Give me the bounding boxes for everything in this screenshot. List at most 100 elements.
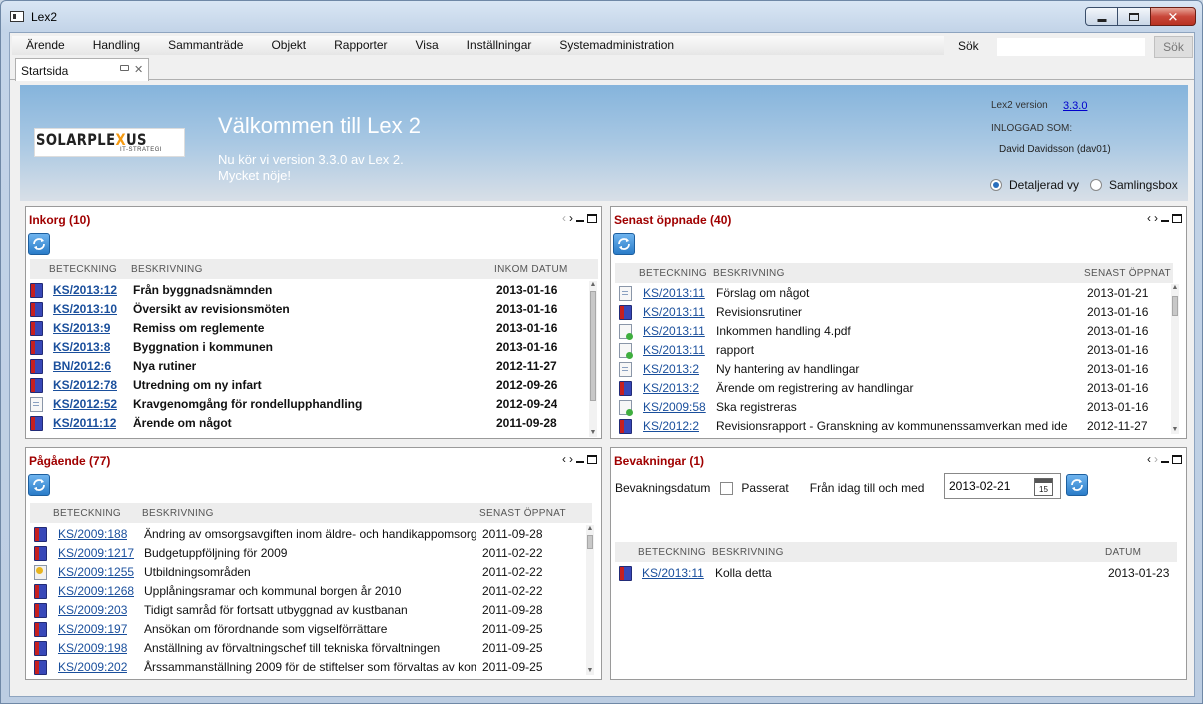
table-row[interactable]: KS/2011:12 Ärende om något 2011-09-28 — [26, 414, 601, 433]
beteckning-link[interactable]: KS/2009:1255 — [58, 565, 134, 579]
beteckning-link[interactable]: KS/2013:2 — [643, 362, 699, 376]
table-row[interactable]: KS/2012:2 Revisionsrapport - Granskning a… — [611, 417, 1186, 436]
maximize-panel-icon[interactable] — [1172, 213, 1182, 223]
table-row[interactable]: KS/2013:2 Ny hantering av handlingar 2013-… — [611, 360, 1186, 379]
beteckning-link[interactable]: KS/2013:11 — [643, 343, 705, 357]
table-row[interactable]: KS/2009:188 Ändring av omsorgsavgiften in… — [26, 525, 601, 544]
next-icon[interactable]: › — [1154, 211, 1158, 225]
beteckning-link[interactable]: KS/2013:10 — [53, 302, 117, 316]
col-beskrivning[interactable]: BESKRIVNING — [131, 264, 203, 275]
col-beskrivning[interactable]: BESKRIVNING — [142, 508, 214, 519]
menu-installningar[interactable]: Inställningar — [453, 36, 546, 55]
beteckning-link[interactable]: KS/2013:12 — [53, 283, 117, 297]
table-row[interactable]: KS/2013:11 Förslag om något 2013-01-21 — [611, 284, 1186, 303]
beteckning-link[interactable]: BN/2012:6 — [53, 359, 111, 373]
beteckning-link[interactable]: KS/2009:202 — [58, 660, 127, 674]
title-bar[interactable]: Lex2 ✕ — [1, 1, 1202, 31]
table-row[interactable]: KS/2013:10 Översikt av revisionsmöten 2013… — [26, 300, 601, 319]
table-row[interactable]: KS/2013:11 rapport 2013-01-16 — [611, 341, 1186, 360]
beteckning-link[interactable]: KS/2012:2 — [643, 419, 699, 433]
table-row[interactable]: KS/2009:58 Ska registreras 2013-01-16 — [611, 398, 1186, 417]
prev-icon[interactable]: ‹ — [562, 211, 566, 225]
table-row[interactable]: KS/2009:1255 Utbildningsområden 2011-02-22 — [26, 563, 601, 582]
col-beteckning[interactable]: BETECKNING — [638, 547, 706, 558]
table-row[interactable]: KS/2013:11 Kolla detta 2013-01-23 — [611, 564, 1186, 583]
table-row[interactable]: KS/2009:197 Ansökan om förordnande som vi… — [26, 620, 601, 639]
beteckning-link[interactable]: KS/2009:203 — [58, 603, 127, 617]
menu-handling[interactable]: Handling — [79, 36, 154, 55]
beteckning-link[interactable]: KS/2009:197 — [58, 622, 127, 636]
beteckning-link[interactable]: KS/2012:78 — [53, 378, 117, 392]
col-datum[interactable]: DATUM — [1105, 547, 1141, 558]
beteckning-link[interactable]: KS/2009:1268 — [58, 584, 134, 598]
table-row[interactable]: KS/2009:203 Tidigt samråd för fortsatt ut… — [26, 601, 601, 620]
minimize-panel-icon[interactable] — [1161, 461, 1169, 463]
table-row[interactable]: KS/2013:11 Revisionsrutiner 2013-01-16 — [611, 303, 1186, 322]
col-senast-oppnat[interactable]: SENAST ÖPPNAT — [479, 508, 566, 519]
passerat-checkbox[interactable] — [720, 481, 734, 495]
minimize-panel-icon[interactable] — [1161, 220, 1169, 222]
search-button[interactable]: Sök — [1154, 36, 1193, 58]
beteckning-link[interactable]: KS/2013:11 — [642, 566, 704, 580]
beteckning-link[interactable]: KS/2013:11 — [643, 324, 705, 338]
menu-objekt[interactable]: Objekt — [257, 36, 320, 55]
table-row[interactable]: KS/2009:1268 Upplåningsramar och kommunal… — [26, 582, 601, 601]
inkorg-scrollbar[interactable]: ▲ ▼ — [589, 281, 597, 437]
pagaende-scrollbar[interactable]: ▲ ▼ — [586, 525, 594, 675]
tab-close-icon[interactable]: ✕ — [134, 63, 143, 76]
table-row[interactable]: KS/2009:202 Årssammanställning 2009 för d… — [26, 658, 601, 677]
beteckning-link[interactable]: KS/2009:1217 — [58, 546, 134, 560]
col-senast-oppnat[interactable]: SENAST ÖPPNAT — [1084, 268, 1171, 279]
beteckning-link[interactable]: KS/2013:11 — [643, 286, 705, 300]
table-row[interactable]: KS/2012:78 Utredning om ny infart 2012-09-… — [26, 376, 601, 395]
maximize-button[interactable] — [1117, 7, 1151, 26]
col-beteckning[interactable]: BETECKNING — [639, 268, 707, 279]
col-beteckning[interactable]: BETECKNING — [53, 508, 121, 519]
beteckning-link[interactable]: KS/2011:12 — [53, 416, 116, 430]
senast-refresh-button[interactable] — [613, 233, 635, 255]
beteckning-link[interactable]: KS/2009:188 — [58, 527, 127, 541]
table-row[interactable]: KS/2009:198 Anställning av förvaltningsch… — [26, 639, 601, 658]
scroll-thumb[interactable] — [1172, 296, 1178, 316]
maximize-panel-icon[interactable] — [1172, 454, 1182, 464]
menu-systemadministration[interactable]: Systemadministration — [545, 36, 688, 55]
menu-arende[interactable]: Ärende — [12, 36, 79, 55]
prev-icon[interactable]: ‹ — [1147, 452, 1151, 466]
beteckning-link[interactable]: KS/2012:52 — [53, 397, 117, 411]
pagaende-refresh-button[interactable] — [28, 474, 50, 496]
view-detailed-radio[interactable]: Detaljerad vy — [990, 178, 1079, 192]
view-box-radio[interactable]: Samlingsbox — [1090, 178, 1178, 192]
menu-rapporter[interactable]: Rapporter — [320, 36, 401, 55]
maximize-panel-icon[interactable] — [587, 454, 597, 464]
table-row[interactable]: KS/2013:11 Inkommen handling 4.pdf 2013-01… — [611, 322, 1186, 341]
scroll-thumb[interactable] — [587, 535, 593, 549]
table-row[interactable]: KS/2013:8 Byggnation i kommunen 2013-01-16 — [26, 338, 601, 357]
inkorg-refresh-button[interactable] — [28, 233, 50, 255]
col-beskrivning[interactable]: BESKRIVNING — [712, 547, 784, 558]
minimize-button[interactable] — [1085, 7, 1118, 26]
senast-scrollbar[interactable]: ▲ ▼ — [1171, 284, 1179, 434]
col-inkom-datum[interactable]: INKOM DATUM — [494, 264, 568, 275]
beteckning-link[interactable]: KS/2013:2 — [643, 381, 699, 395]
table-row[interactable]: KS/2012:52 Kravgenomgång för rondelluppha… — [26, 395, 601, 414]
minimize-panel-icon[interactable] — [576, 461, 584, 463]
table-row[interactable]: KS/2013:12 Från byggnadsnämnden 2013-01-16 — [26, 281, 601, 300]
minimize-panel-icon[interactable] — [576, 220, 584, 222]
beteckning-link[interactable]: KS/2013:9 — [53, 321, 110, 335]
calendar-icon[interactable]: 15 — [1034, 478, 1053, 496]
col-beskrivning[interactable]: BESKRIVNING — [713, 268, 785, 279]
maximize-panel-icon[interactable] — [587, 213, 597, 223]
beteckning-link[interactable]: KS/2013:11 — [643, 305, 705, 319]
col-beteckning[interactable]: BETECKNING — [49, 264, 117, 275]
table-row[interactable]: KS/2013:9 Remiss om reglemente 2013-01-16 — [26, 319, 601, 338]
next-icon[interactable]: › — [1154, 452, 1158, 466]
table-row[interactable]: KS/2009:1217 Budgetuppföljning för 2009 20… — [26, 544, 601, 563]
table-row[interactable]: KS/2013:2 Ärende om registrering av handl… — [611, 379, 1186, 398]
tab-startsida[interactable]: Startsida ✕ — [15, 58, 149, 81]
bevakningar-refresh-button[interactable] — [1066, 474, 1088, 496]
tab-pin-icon[interactable] — [120, 65, 129, 71]
next-icon[interactable]: › — [569, 452, 573, 466]
beteckning-link[interactable]: KS/2009:58 — [643, 400, 706, 414]
table-row[interactable]: BN/2012:6 Nya rutiner 2012-11-27 — [26, 357, 601, 376]
search-input[interactable] — [997, 38, 1145, 56]
